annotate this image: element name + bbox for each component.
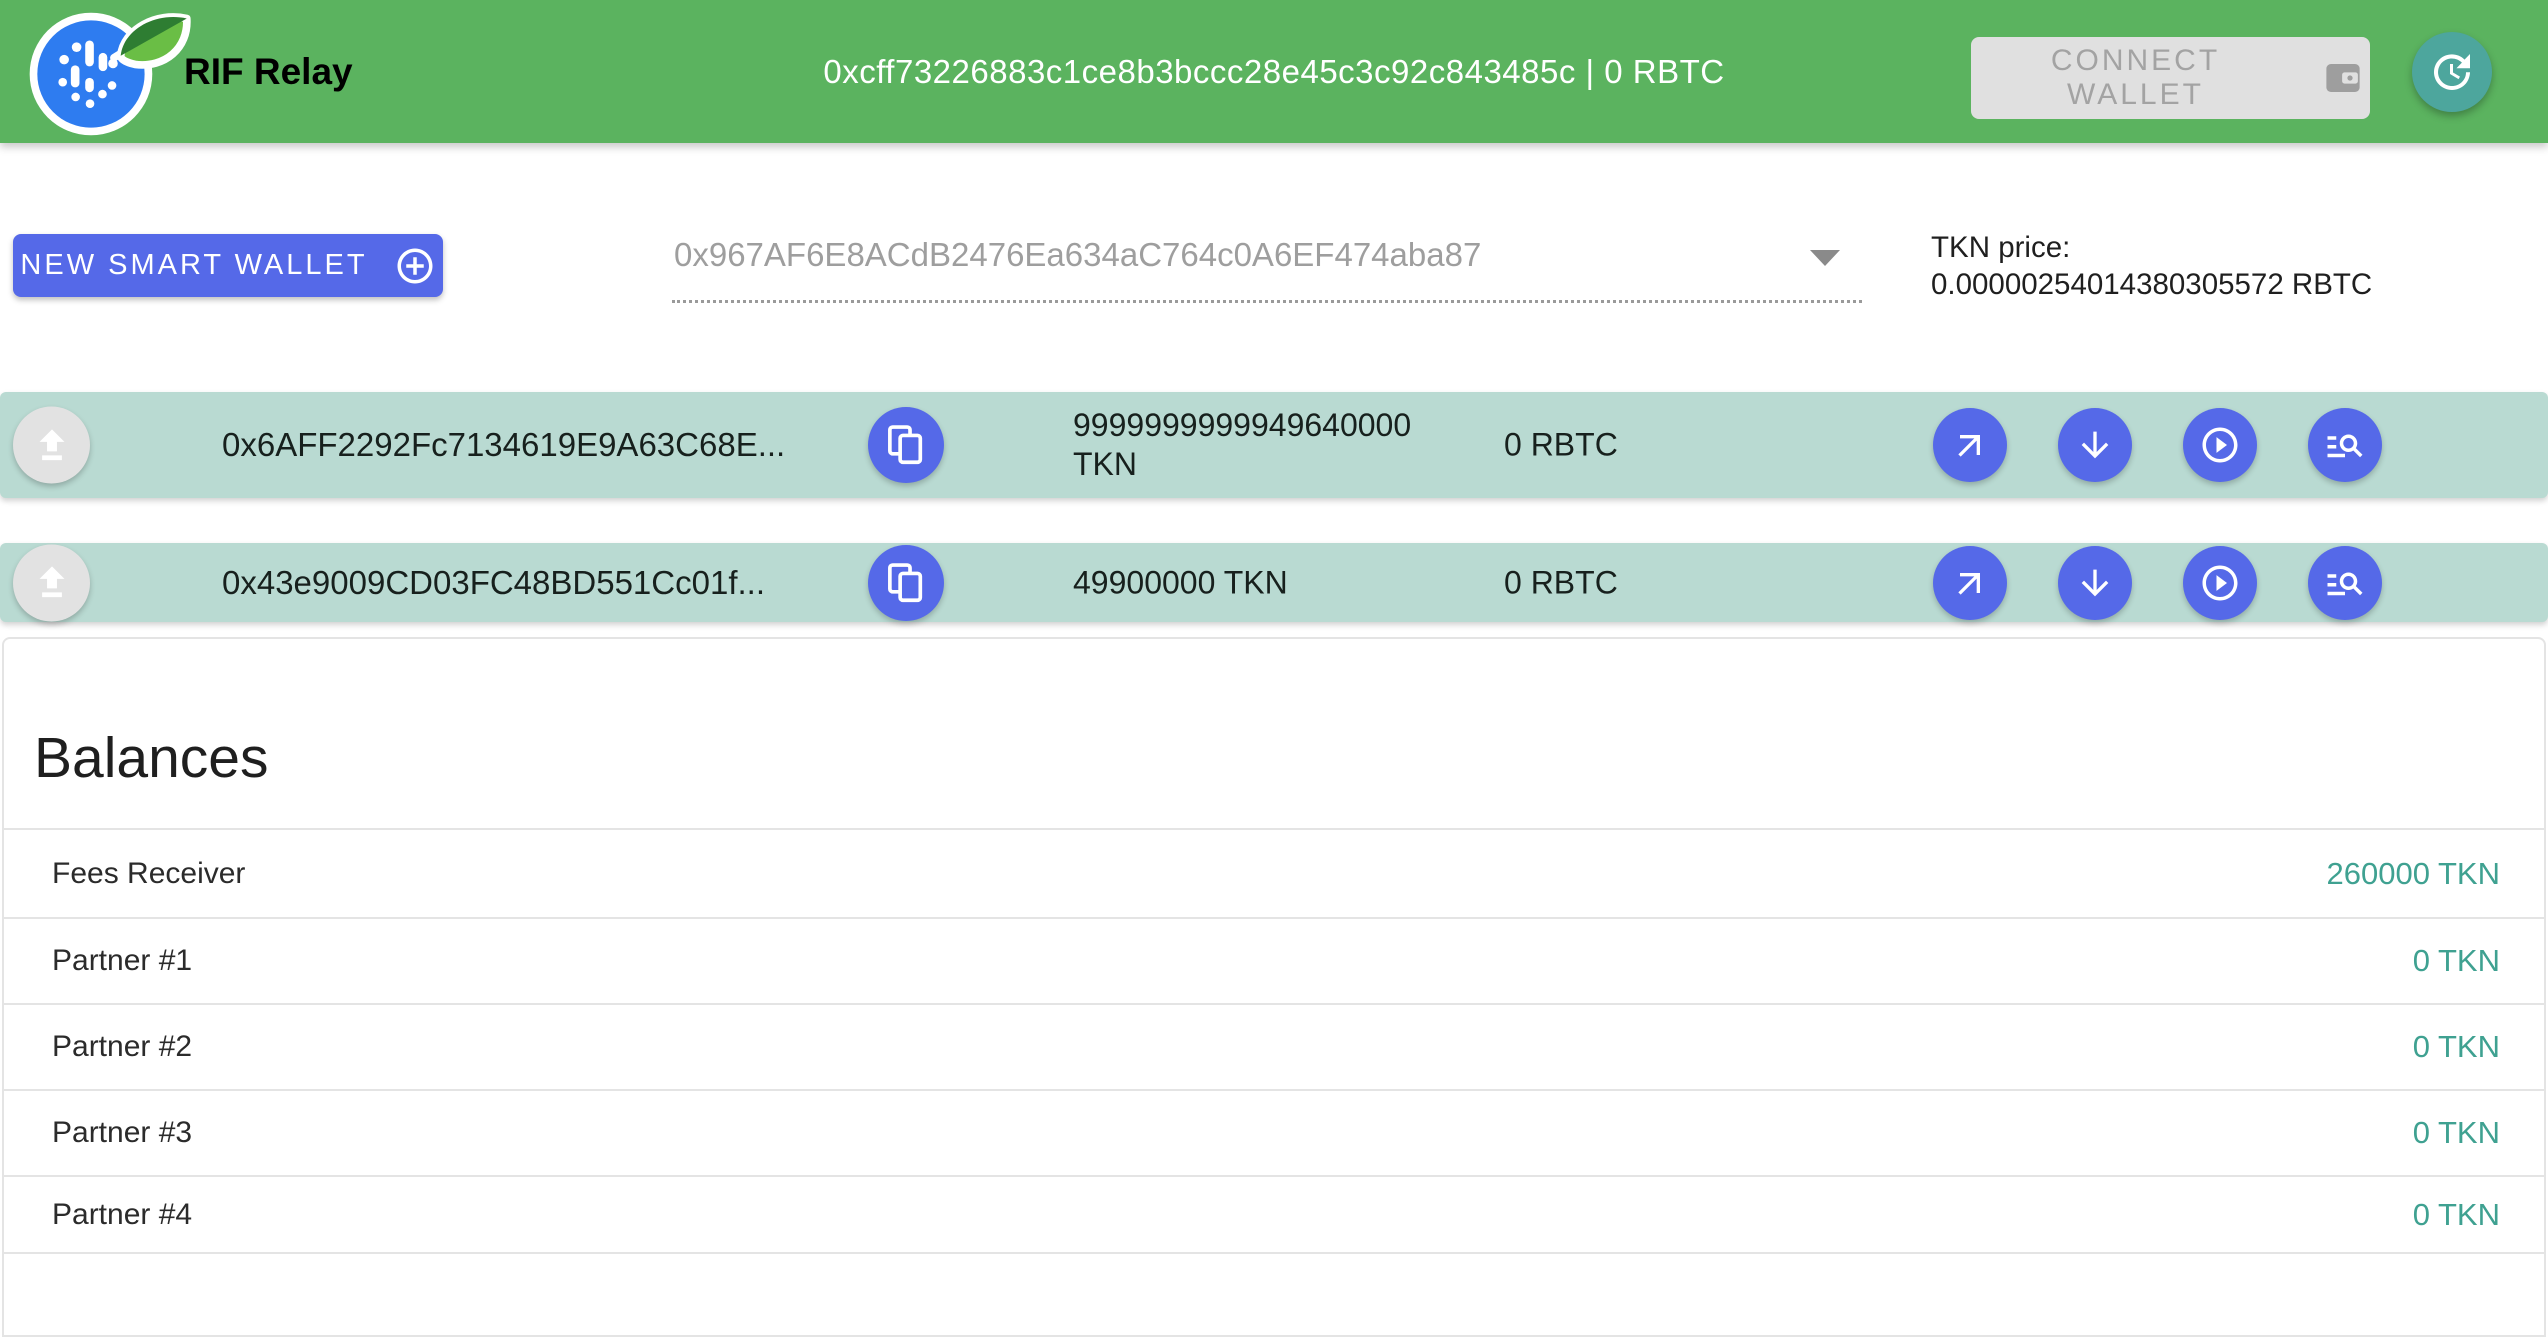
wallet-rbtc-balance: 0 RBTC <box>1504 564 1618 601</box>
smart-wallet-row: 0x43e9009CD03FC48BD551Cc01f... 49900000 … <box>0 543 2548 622</box>
table-row: Partner #4 0 TKN <box>4 1175 2544 1254</box>
caret-down-icon <box>1810 250 1840 266</box>
copy-address-button[interactable] <box>868 407 944 483</box>
smart-wallet-address: 0x43e9009CD03FC48BD551Cc01f... <box>222 564 765 602</box>
app-header: RIF Relay 0xcff73226883c1ce8b3bccc28e45c… <box>0 0 2548 143</box>
table-row: Fees Receiver 260000 TKN <box>4 828 2544 917</box>
balance-row-label: Fees Receiver <box>52 857 245 891</box>
play-circle-icon <box>2199 562 2241 604</box>
balance-row-value: 260000 TKN <box>2327 856 2501 892</box>
smart-wallet-select-value: 0x967AF6E8ACdB2476Ea634aC764c0A6EF474aba… <box>674 236 1481 274</box>
copy-icon <box>884 423 928 467</box>
refresh-button[interactable] <box>2412 32 2492 112</box>
smart-wallet-address: 0x6AFF2292Fc7134619E9A63C68E... <box>222 426 785 464</box>
upload-icon <box>30 423 74 467</box>
arrow-up-right-icon <box>1950 425 1990 465</box>
balances-card: Balances Fees Receiver 260000 TKN Partne… <box>2 637 2546 1337</box>
inspect-transactions-button[interactable] <box>2308 408 2382 482</box>
connect-wallet-label: CONNECT WALLET <box>1977 44 2294 112</box>
execute-button[interactable] <box>2183 408 2257 482</box>
smart-wallet-row: 0x6AFF2292Fc7134619E9A63C68E... 99999999… <box>0 392 2548 498</box>
table-row: Partner #1 0 TKN <box>4 917 2544 1003</box>
new-smart-wallet-label: NEW SMART WALLET <box>20 249 367 282</box>
arrow-down-icon <box>2075 425 2115 465</box>
balance-row-value: 0 TKN <box>2413 1197 2500 1233</box>
balance-row-label: Partner #4 <box>52 1198 192 1232</box>
transfer-button[interactable] <box>1933 546 2007 620</box>
deploy-wallet-button[interactable] <box>13 407 90 484</box>
search-list-icon <box>2324 424 2366 466</box>
wallet-token-balance: 49900000 TKN <box>1073 563 1453 602</box>
balance-row-label: Partner #1 <box>52 944 192 978</box>
copy-address-button[interactable] <box>868 545 944 621</box>
wallet-token-balance: 9999999999949640000 TKN <box>1073 406 1453 484</box>
wallet-rbtc-balance: 0 RBTC <box>1504 427 1618 464</box>
refresh-clock-icon <box>2428 48 2476 96</box>
upload-icon <box>30 561 74 605</box>
connect-wallet-button[interactable]: CONNECT WALLET <box>1971 37 2370 119</box>
token-price-value: 0.00000254014380305572 RBTC <box>1931 266 2372 303</box>
smart-wallet-select[interactable]: 0x967AF6E8ACdB2476Ea634aC764c0A6EF474aba… <box>672 230 1862 303</box>
plus-circle-icon <box>394 245 436 287</box>
balance-row-label: Partner #2 <box>52 1030 192 1064</box>
receive-button[interactable] <box>2058 408 2132 482</box>
token-price: TKN price: 0.00000254014380305572 RBTC <box>1931 229 2372 303</box>
arrow-up-right-icon <box>1950 563 1990 603</box>
token-price-label: TKN price: <box>1931 229 2372 266</box>
arrow-down-icon <box>2075 563 2115 603</box>
copy-icon <box>884 561 928 605</box>
table-row: Partner #2 0 TKN <box>4 1003 2544 1089</box>
balance-row-label: Partner #3 <box>52 1116 192 1150</box>
receive-button[interactable] <box>2058 546 2132 620</box>
search-list-icon <box>2324 562 2366 604</box>
balance-row-value: 0 TKN <box>2413 1115 2500 1151</box>
table-row: Partner #3 0 TKN <box>4 1089 2544 1175</box>
inspect-transactions-button[interactable] <box>2308 546 2382 620</box>
balances-title: Balances <box>34 725 269 791</box>
play-circle-icon <box>2199 424 2241 466</box>
balance-row-value: 0 TKN <box>2413 1029 2500 1065</box>
balances-table: Fees Receiver 260000 TKN Partner #1 0 TK… <box>4 828 2544 1254</box>
new-smart-wallet-button[interactable]: NEW SMART WALLET <box>13 234 443 297</box>
deploy-wallet-button[interactable] <box>13 544 90 621</box>
execute-button[interactable] <box>2183 546 2257 620</box>
transfer-button[interactable] <box>1933 408 2007 482</box>
wallet-icon <box>2322 57 2364 99</box>
balance-row-value: 0 TKN <box>2413 943 2500 979</box>
